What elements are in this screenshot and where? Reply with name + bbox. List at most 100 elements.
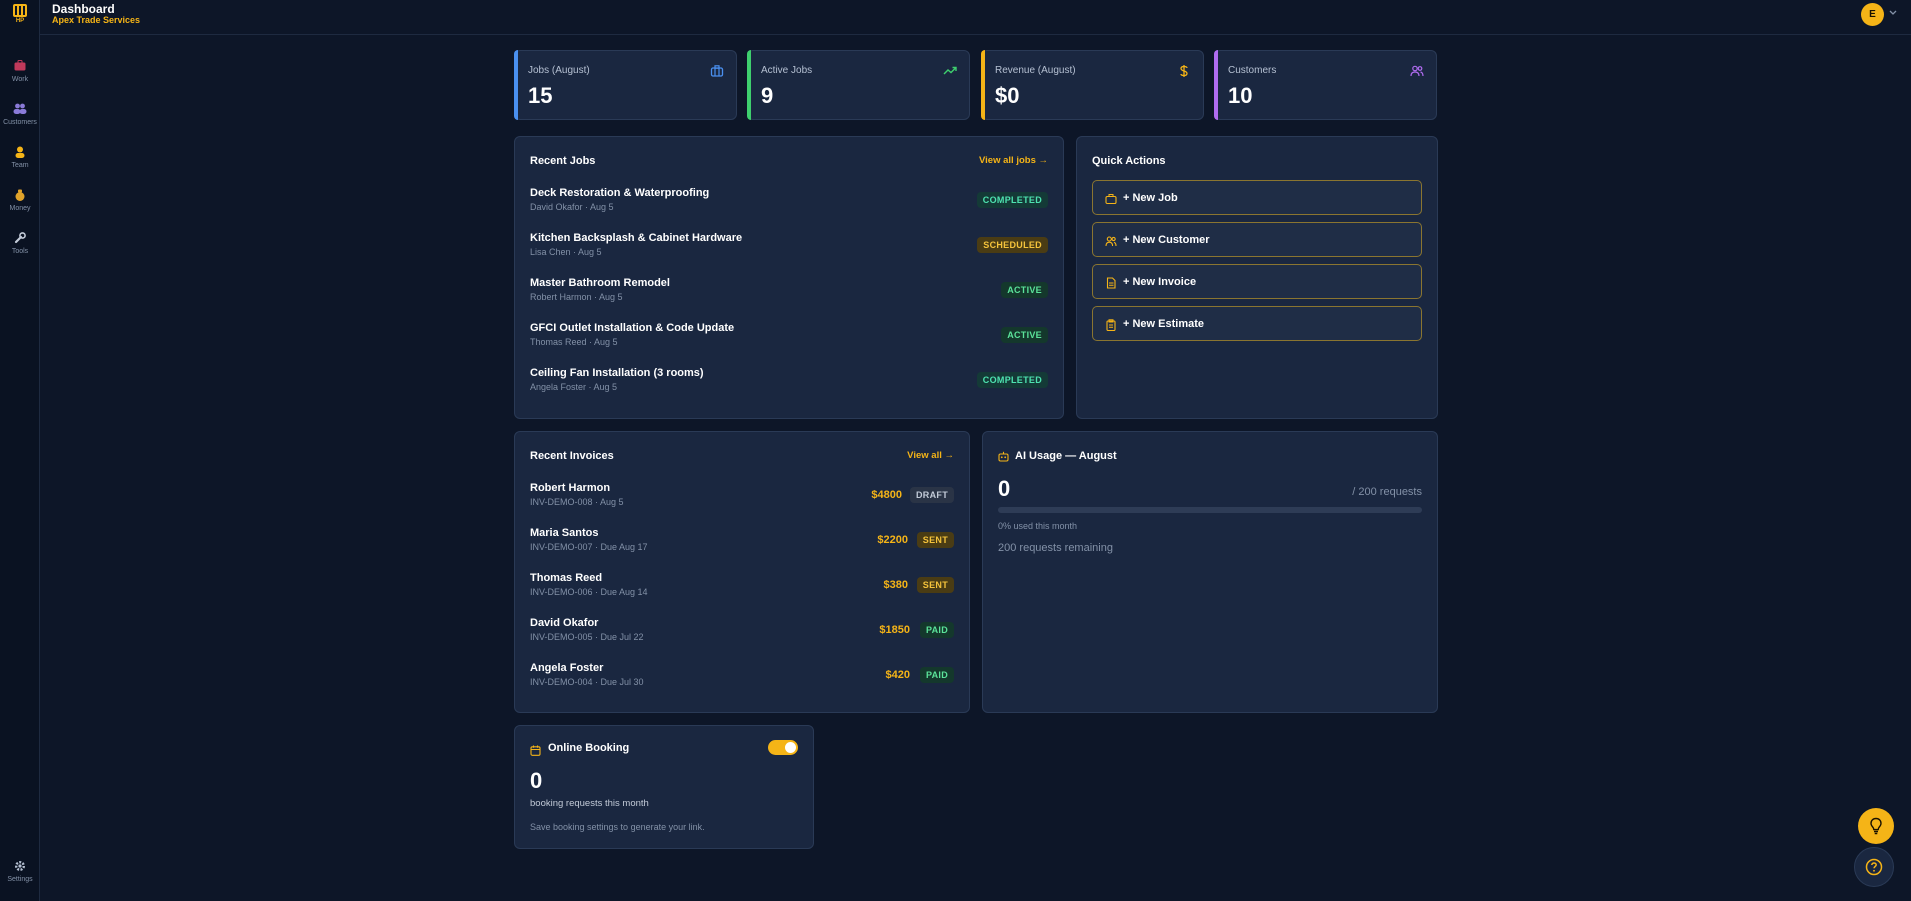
button-label: + New Invoice: [1123, 276, 1197, 288]
new-estimate-button[interactable]: + New Estimate: [1092, 306, 1422, 341]
quick-actions-card: Quick Actions + New Job + New Customer +…: [1076, 136, 1438, 419]
view-all-jobs-link[interactable]: View all jobs →: [979, 155, 1048, 166]
app-logo[interactable]: HP: [0, 2, 40, 32]
stat-card-revenue[interactable]: Revenue (August) $0: [981, 50, 1204, 120]
invoice-amount: $420: [885, 669, 910, 681]
ai-usage-count: 0: [998, 476, 1011, 501]
button-label: + New Job: [1123, 192, 1178, 204]
briefcase-icon: [710, 64, 724, 78]
sidebar-item-label: Money: [9, 205, 31, 212]
new-customer-button[interactable]: + New Customer: [1092, 222, 1422, 257]
invoice-row[interactable]: Thomas Reed INV-DEMO-006 · Due Aug 14 $3…: [530, 572, 954, 612]
online-booking-card: Online Booking 0 booking requests this m…: [514, 725, 814, 849]
stat-card-active-jobs[interactable]: Active Jobs 9: [747, 50, 970, 120]
invoice-customer: Thomas Reed: [530, 572, 603, 584]
invoice-customer: Robert Harmon: [530, 482, 611, 494]
invoice-row[interactable]: Angela Foster INV-DEMO-004 · Due Jul 30 …: [530, 662, 954, 702]
briefcase-logo-icon: [13, 4, 27, 17]
stat-card-jobs[interactable]: Jobs (August) 15: [514, 50, 737, 120]
card-title: AI Usage — August: [1015, 450, 1117, 462]
view-all-invoices-link[interactable]: View all →: [907, 450, 954, 461]
job-title: Ceiling Fan Installation (3 rooms): [530, 367, 704, 379]
invoice-amount: $2200: [877, 534, 908, 546]
sidebar-item-label: Customers: [3, 119, 37, 126]
job-row[interactable]: Ceiling Fan Installation (3 rooms) Angel…: [530, 367, 1048, 407]
ai-usage-card: AI Usage — August 0 / 200 requests 0% us…: [982, 431, 1438, 713]
invoice-customer: Angela Foster: [530, 662, 604, 674]
wrench-icon: [0, 232, 40, 246]
sidebar-item-money[interactable]: Money: [0, 189, 40, 212]
ai-usage-percent: 0% used this month: [998, 521, 1078, 531]
stat-value: 15: [528, 83, 553, 108]
clipboard-icon: [1105, 318, 1117, 332]
job-title: Master Bathroom Remodel: [530, 277, 670, 289]
status-badge: SCHEDULED: [977, 237, 1048, 253]
stat-accent-bar: [981, 50, 985, 120]
status-badge: PAID: [919, 667, 954, 683]
sidebar-item-team[interactable]: Team: [0, 146, 40, 169]
invoice-row[interactable]: Robert Harmon INV-DEMO-008 · Aug 5 $4800…: [530, 482, 954, 522]
stat-label: Active Jobs: [761, 65, 813, 76]
job-meta: Lisa Chen · Aug 5: [530, 247, 602, 257]
trending-up-icon: [943, 64, 957, 78]
users-icon: [0, 103, 40, 117]
sidebar-item-work[interactable]: Work: [0, 60, 40, 83]
dollar-icon: [1177, 64, 1191, 78]
job-row[interactable]: Kitchen Backsplash & Cabinet Hardware Li…: [530, 232, 1048, 272]
avatar[interactable]: E: [1861, 3, 1884, 26]
ai-usage-limit: / 200 requests: [1352, 486, 1422, 498]
status-badge: DRAFT: [910, 487, 954, 503]
status-badge: PAID: [919, 622, 954, 638]
invoice-customer: David Okafor: [530, 617, 599, 629]
job-row[interactable]: GFCI Outlet Installation & Code Update T…: [530, 322, 1048, 362]
job-title: GFCI Outlet Installation & Code Update: [530, 322, 735, 334]
invoice-amount: $1850: [879, 624, 910, 636]
recent-invoices-card: Recent Invoices View all → Robert Harmon…: [514, 431, 970, 713]
stat-card-customers[interactable]: Customers 10: [1214, 50, 1437, 120]
status-badge: SENT: [916, 532, 954, 548]
job-meta: Angela Foster · Aug 5: [530, 382, 618, 392]
help-button[interactable]: [1854, 847, 1894, 887]
ai-usage-remaining: 200 requests remaining: [998, 542, 1113, 554]
top-header: Dashboard Apex Trade Services E: [40, 0, 1911, 35]
invoice-row[interactable]: David Okafor INV-DEMO-005 · Due Jul 22 $…: [530, 617, 954, 657]
sidebar: HP Work Customers Team Money Tools Setti…: [0, 0, 40, 901]
sidebar-item-settings[interactable]: Settings: [0, 860, 40, 883]
job-row[interactable]: Deck Restoration & Waterproofing David O…: [530, 187, 1048, 227]
card-title: Quick Actions: [1092, 155, 1166, 167]
job-meta: Thomas Reed · Aug 5: [530, 337, 618, 347]
sidebar-item-customers[interactable]: Customers: [0, 103, 40, 126]
briefcase-icon: [0, 60, 40, 74]
stat-label: Customers: [1228, 65, 1277, 76]
sidebar-item-tools[interactable]: Tools: [0, 232, 40, 255]
new-job-button[interactable]: + New Job: [1092, 180, 1422, 215]
booking-note: Save booking settings to generate your l…: [530, 822, 705, 832]
help-circle-icon: [1865, 858, 1883, 881]
job-row[interactable]: Master Bathroom Remodel Robert Harmon · …: [530, 277, 1048, 317]
stat-accent-bar: [747, 50, 751, 120]
online-booking-toggle[interactable]: [768, 740, 798, 755]
sidebar-item-label: Team: [11, 162, 29, 169]
booking-count: 0: [530, 768, 543, 793]
ideas-button[interactable]: [1858, 808, 1894, 844]
status-badge: COMPLETED: [976, 192, 1048, 208]
users-icon: [1105, 234, 1117, 247]
sidebar-item-label: Work: [11, 76, 29, 83]
robot-icon: [998, 449, 1009, 467]
job-meta: Robert Harmon · Aug 5: [530, 292, 623, 302]
gear-icon: [0, 860, 40, 874]
invoice-meta: INV-DEMO-004 · Due Jul 30: [530, 677, 644, 687]
briefcase-icon: [1105, 192, 1117, 205]
invoice-customer: Maria Santos: [530, 527, 599, 539]
sidebar-item-label: Settings: [7, 876, 33, 883]
card-title: Online Booking: [548, 742, 630, 754]
stat-accent-bar: [1214, 50, 1218, 120]
booking-count-label: booking requests this month: [530, 798, 649, 809]
invoice-row[interactable]: Maria Santos INV-DEMO-007 · Due Aug 17 $…: [530, 527, 954, 567]
logo-text: HP: [15, 18, 25, 24]
status-badge: ACTIVE: [1001, 282, 1048, 298]
new-invoice-button[interactable]: + New Invoice: [1092, 264, 1422, 299]
chevron-down-icon[interactable]: [1889, 8, 1897, 18]
company-name: Apex Trade Services: [52, 15, 141, 25]
stat-value: 10: [1228, 83, 1253, 108]
